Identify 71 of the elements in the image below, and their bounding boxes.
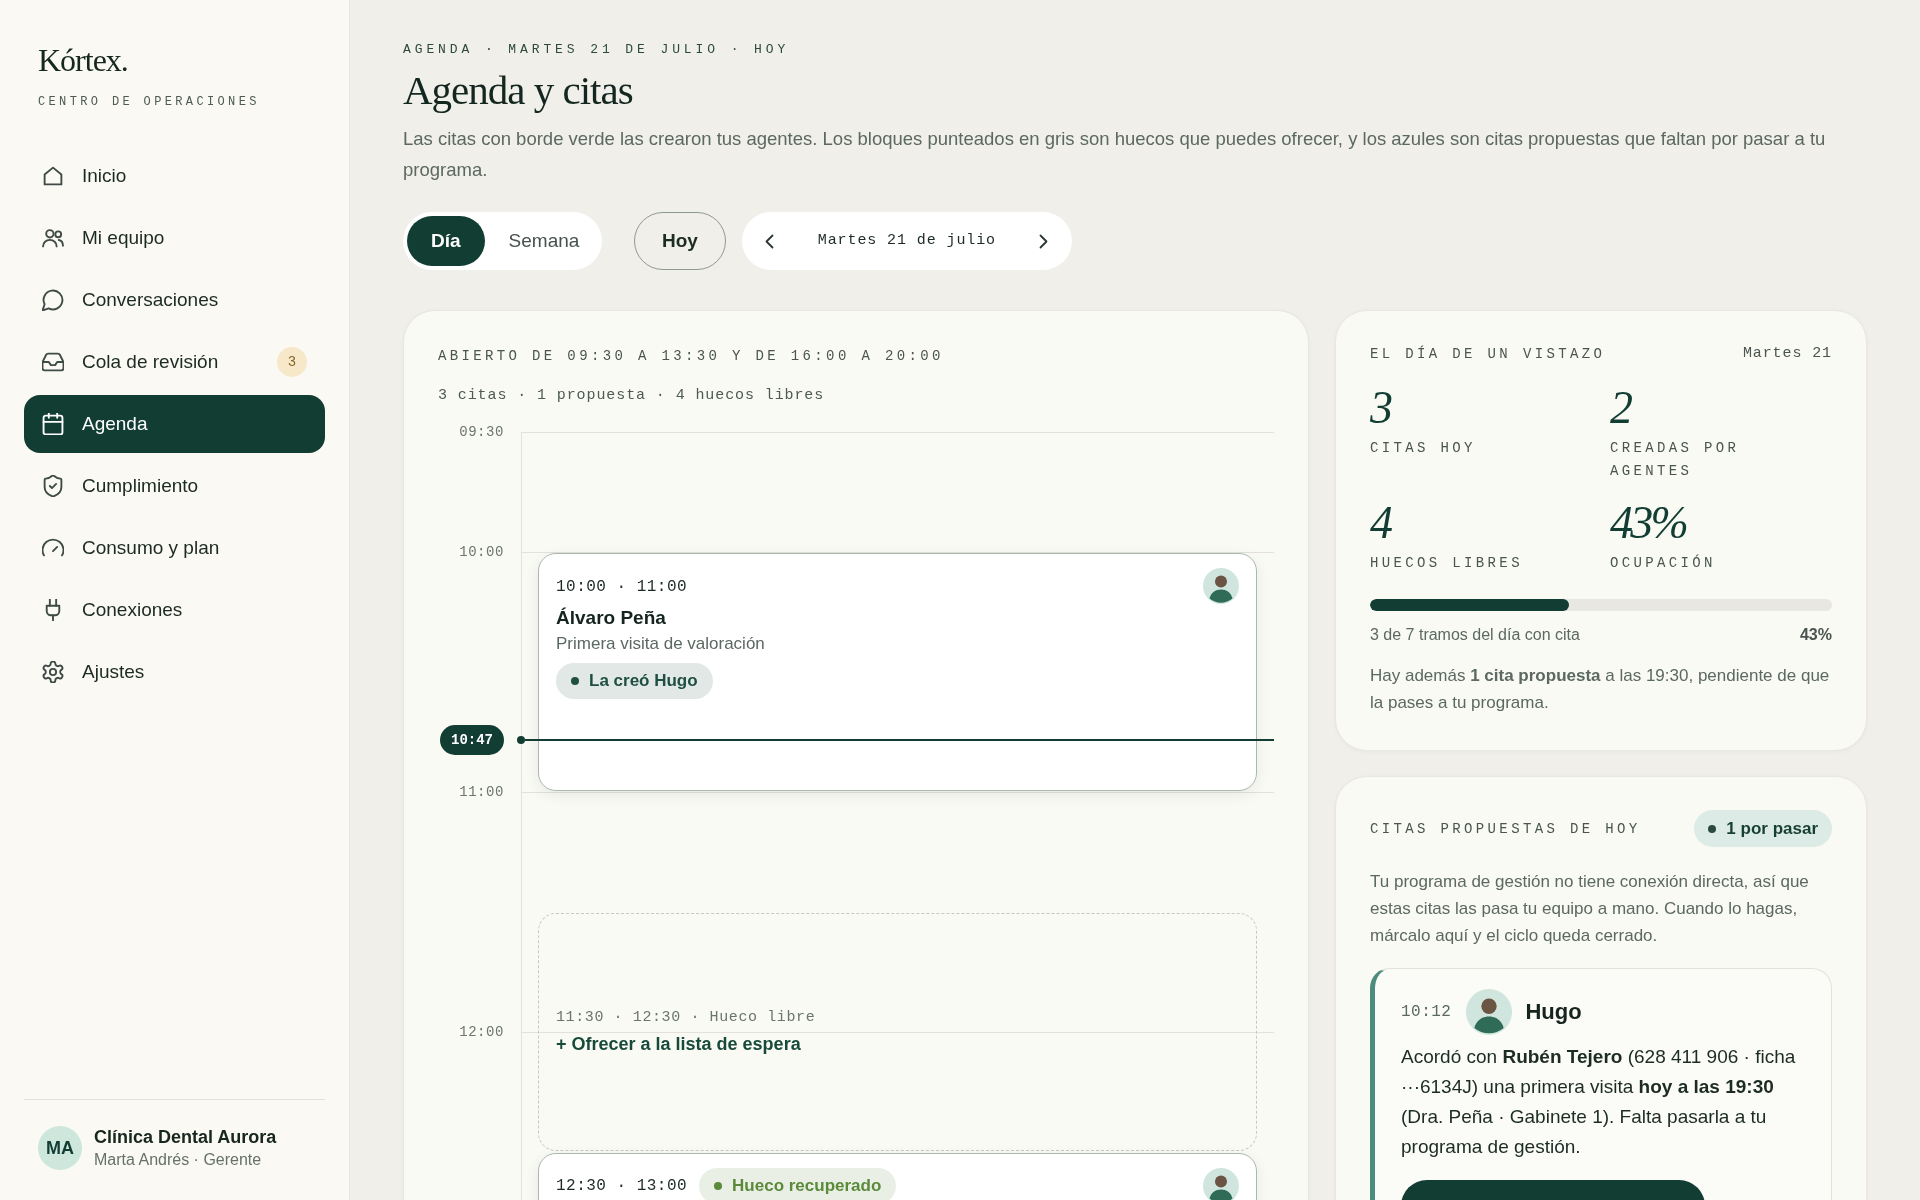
- opening-hours: ABIERTO DE 09:30 A 13:30 Y DE 16:00 A 20:00: [438, 347, 944, 365]
- time-label: 12:00: [458, 1023, 504, 1041]
- stat-label: OCUPACIÓN: [1610, 553, 1716, 573]
- nav-item[interactable]: Cumplimiento: [24, 457, 325, 515]
- nav-item[interactable]: Inicio: [24, 147, 325, 205]
- stat-value: 3: [1370, 383, 1391, 433]
- current-time-marker: 10:47: [440, 725, 504, 755]
- occupancy-reading: 43%: [1799, 625, 1832, 645]
- pending-badge: 1 por pasar: [1694, 810, 1832, 847]
- appointment-card[interactable]: 10:00 · 11:00 Álvaro Peña Primera visita de valoración La creó Hugo: [538, 553, 1257, 791]
- calendar-icon: [42, 413, 64, 435]
- nav-item[interactable]: Consumo y plan: [24, 519, 325, 577]
- time-label: 11:00: [458, 783, 504, 801]
- stat-label: CREADAS POR AGENTES: [1610, 439, 1741, 481]
- view-tab[interactable]: Semana: [484, 216, 604, 266]
- person-avatar-icon: [1466, 989, 1513, 1035]
- person-avatar-icon: [1203, 1168, 1239, 1200]
- nav-item[interactable]: Conexiones: [24, 581, 325, 639]
- chevron-left-icon: [765, 233, 775, 249]
- speech-bubble-icon: [42, 289, 64, 311]
- proposal-text: Acordó con Rubén Tejero (628 411 906 · ficha ···6134J) una primera visita hoy a las 19:30 (Dra. Peña · Gabinete 1). Falta pasarla a tu programa de gestión.: [1401, 1045, 1797, 1159]
- account-avatar: MA: [38, 1126, 82, 1170]
- settings-icon: [42, 661, 64, 683]
- time-label: 09:30: [458, 423, 504, 441]
- chevron-right-icon: [1039, 233, 1049, 249]
- account-role: Marta Andrés · Gerente: [94, 1150, 262, 1170]
- nav-item[interactable]: Agenda: [24, 395, 325, 453]
- nav-item[interactable]: Cola de revisión 3: [24, 333, 325, 391]
- stat-value: 43%: [1610, 498, 1687, 548]
- time-label: 10:00: [458, 543, 504, 561]
- nav-item[interactable]: Ajustes: [24, 643, 325, 701]
- view-tab[interactable]: Día: [407, 216, 485, 266]
- occupancy-caption: 3 de 7 tramos del día con cita: [1370, 625, 1580, 645]
- proposal-time: 10:12: [1401, 1002, 1452, 1023]
- account-name: Clínica Dental Aurora: [94, 1126, 277, 1149]
- nav-item[interactable]: Mi equipo: [24, 209, 325, 267]
- panel-date: Martes 21: [1742, 345, 1832, 363]
- people-icon: [42, 227, 64, 249]
- panel-title: CITAS PROPUESTAS DE HOY: [1370, 819, 1641, 838]
- person-avatar-icon: [1203, 568, 1239, 604]
- patient-name: Álvaro Peña: [556, 606, 666, 630]
- current-date: Martes 21 de julio: [817, 230, 996, 251]
- proposals-intro: Tu programa de gestión no tiene conexión directa, así que estas citas las pasa tu equipo a mano. Cuando lo hagas, márcalo aquí y el ciclo queda cerrado.: [1370, 871, 1810, 947]
- gauge-icon: [42, 537, 64, 559]
- stat-label: HUECOS LIBRES: [1370, 554, 1523, 573]
- appointment-description: Primera visita de valoración: [556, 633, 765, 655]
- slot-time: 11:30 · 12:30 · Hueco libre: [556, 1008, 816, 1028]
- page-description: Las citas con borde verde las crearon tus agentes. Los bloques punteados en gris son huecos que puedes ofrecer, y los azules son citas propuestas que faltan por pasar a tu programa.: [403, 127, 1827, 182]
- nav-item[interactable]: Conversaciones: [24, 271, 325, 329]
- agent-name: Hugo: [1525, 998, 1582, 1026]
- appointment-time: 12:30 · 13:00: [556, 1176, 688, 1197]
- appointment-card[interactable]: 12:30 · 13:00 Hueco recuperado: [538, 1153, 1257, 1200]
- overview-note: Hay además 1 cita propuesta a las 19:30, pendiente de que la pases a tu programa.: [1370, 665, 1831, 714]
- event-tag: Hueco recuperado: [699, 1168, 897, 1200]
- stat-value: 4: [1370, 498, 1391, 548]
- inbox-tray-icon: [42, 351, 64, 373]
- panel-title: EL DÍA DE UN VISTAZO: [1370, 345, 1606, 363]
- count-badge: 3: [277, 347, 307, 377]
- sidebar-subtitle: CENTRO DE OPERACIONES: [38, 94, 260, 110]
- breadcrumb: AGENDA · MARTES 21 DE JULIO · HOY: [403, 42, 790, 58]
- stat-value: 2: [1610, 383, 1631, 433]
- shield-check-icon: [42, 475, 64, 497]
- event-tag: La creó Hugo: [556, 663, 713, 699]
- stat-label: CITAS HOY: [1370, 439, 1476, 458]
- logo: Kórtex.: [38, 41, 128, 80]
- home-icon: [42, 165, 64, 187]
- day-summary: 3 citas · 1 propuesta · 4 huecos libres: [438, 386, 825, 406]
- offer-waitlist-link[interactable]: + Ofrecer a la lista de espera: [556, 1032, 801, 1056]
- appointment-time: 10:00 · 11:00: [556, 577, 688, 598]
- status-dot-icon: [1708, 824, 1717, 833]
- page-title: Agenda y citas: [403, 66, 633, 114]
